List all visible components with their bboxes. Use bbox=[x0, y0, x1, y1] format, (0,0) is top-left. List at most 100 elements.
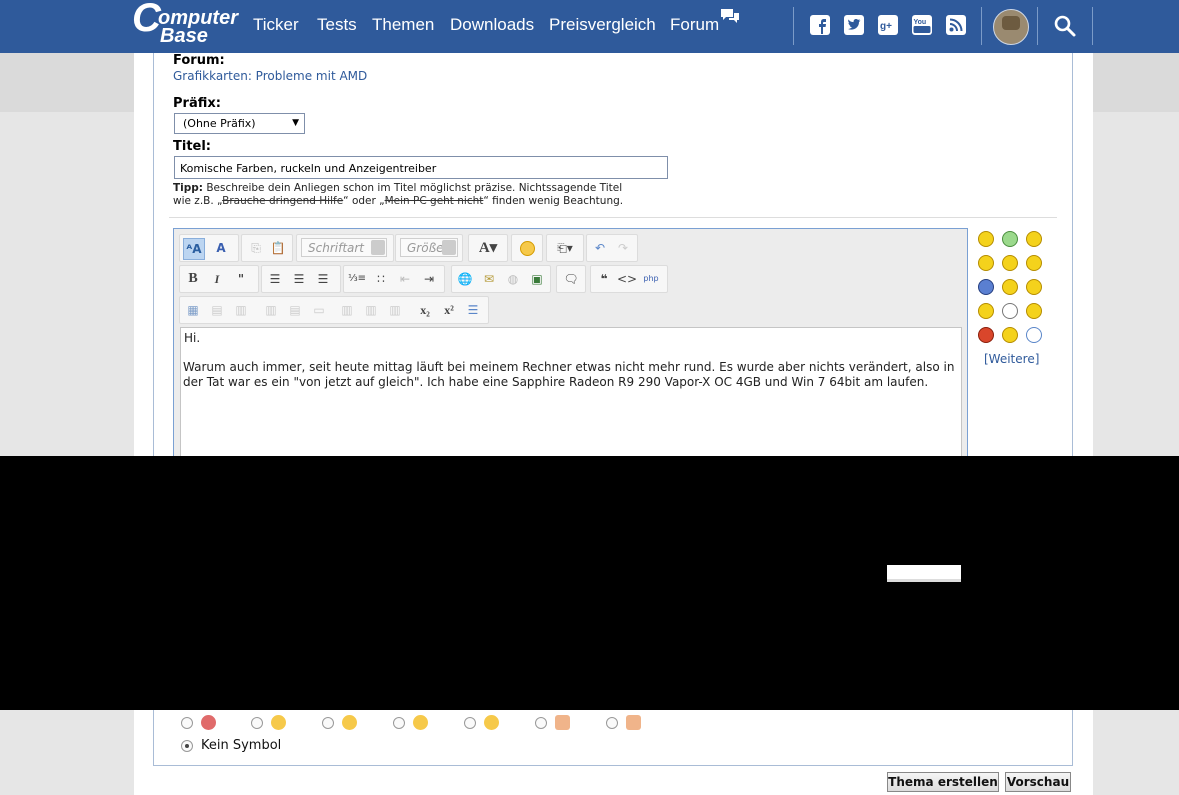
redacted-fragment bbox=[887, 565, 961, 582]
post-icon-radio[interactable] bbox=[464, 717, 476, 729]
toolbar-group: ☰ ☰ ☰ bbox=[261, 265, 341, 293]
unlink-icon[interactable]: ◍ bbox=[503, 269, 523, 289]
php-icon[interactable]: php bbox=[641, 269, 661, 289]
no-icon-label: Kein Symbol bbox=[201, 738, 282, 753]
no-icon-radio[interactable] bbox=[181, 740, 193, 752]
nav-preisvergleich[interactable]: Preisvergleich bbox=[549, 14, 656, 36]
shocked-icon[interactable] bbox=[1002, 327, 1018, 343]
preview-button[interactable]: Vorschau bbox=[1005, 772, 1071, 792]
split-column-icon[interactable]: ▥ bbox=[337, 300, 357, 320]
quote-icon[interactable]: ❝ bbox=[594, 269, 614, 289]
svg-text:You: You bbox=[914, 19, 927, 26]
post-icon-radio[interactable] bbox=[322, 717, 334, 729]
post-icon-radio[interactable] bbox=[393, 717, 405, 729]
ordered-list-icon[interactable]: ⅓≡ bbox=[347, 269, 367, 289]
mad-icon[interactable] bbox=[978, 327, 994, 343]
outdent-icon[interactable]: ⇤ bbox=[395, 269, 415, 289]
post-icon-radio[interactable] bbox=[181, 717, 193, 729]
devil-icon[interactable] bbox=[1026, 303, 1042, 319]
superscript-icon[interactable]: x² bbox=[439, 300, 459, 320]
youtube-icon[interactable]: You bbox=[911, 14, 933, 36]
italic-icon[interactable]: I bbox=[207, 269, 227, 289]
code-icon[interactable]: <> bbox=[617, 269, 637, 289]
chevron-down-icon bbox=[371, 240, 385, 255]
confused-icon[interactable] bbox=[1002, 255, 1018, 271]
nav-forum[interactable]: Forum bbox=[670, 14, 719, 36]
undo-icon[interactable]: ↶ bbox=[590, 238, 610, 258]
twitter-icon[interactable] bbox=[843, 14, 865, 36]
unordered-list-icon[interactable]: ∷ bbox=[371, 269, 391, 289]
quote-marks-icon[interactable]: " bbox=[231, 269, 251, 289]
toggle-bbcode-icon[interactable]: ᴬA bbox=[183, 238, 205, 260]
table-icon[interactable]: ▦ bbox=[183, 300, 203, 320]
link-icon[interactable]: 🌐 bbox=[455, 269, 475, 289]
sunglasses-icon[interactable] bbox=[978, 279, 994, 295]
table-row-icon[interactable]: ▤ bbox=[207, 300, 227, 320]
site-logo[interactable]: C omputer Base bbox=[132, 0, 238, 46]
grin-icon[interactable] bbox=[1002, 231, 1018, 247]
subscript-icon[interactable]: x₂ bbox=[415, 300, 435, 320]
happy-icon[interactable] bbox=[1026, 231, 1042, 247]
nav-ticker[interactable]: Ticker bbox=[253, 14, 299, 36]
user-avatar[interactable] bbox=[993, 9, 1029, 45]
redo-icon[interactable]: ↷ bbox=[613, 238, 633, 258]
bold-icon[interactable]: B bbox=[183, 269, 203, 289]
table-delete-icon[interactable]: ▥ bbox=[231, 300, 251, 320]
nav-themen[interactable]: Themen bbox=[372, 14, 434, 36]
toolbar-group: ⎗▾ bbox=[546, 234, 584, 262]
google-plus-icon[interactable]: g+ bbox=[877, 14, 899, 36]
angry-icon bbox=[201, 715, 216, 730]
toolbar-group: ▦ ▤ ▥ ▥ ▤ ▭ ▥ ▥ ▥ x₂ x² ☰ bbox=[179, 296, 489, 324]
nav-tests[interactable]: Tests bbox=[317, 14, 357, 36]
grin-icon bbox=[342, 715, 357, 730]
split-row-icon[interactable]: ▥ bbox=[361, 300, 381, 320]
image-icon[interactable]: ▣ bbox=[527, 269, 547, 289]
sad-icon[interactable] bbox=[1026, 279, 1042, 295]
logo-c: C bbox=[132, 0, 161, 40]
search-icon[interactable] bbox=[1053, 14, 1077, 38]
title-input[interactable]: Komische Farben, ruckeln und Anzeigentre… bbox=[174, 156, 668, 179]
post-icon-radio[interactable] bbox=[251, 717, 263, 729]
eek-icon[interactable] bbox=[1002, 279, 1018, 295]
smile-icon[interactable] bbox=[978, 231, 994, 247]
comment-icon[interactable]: 🗨 bbox=[561, 269, 581, 289]
facebook-icon[interactable] bbox=[809, 14, 831, 36]
email-icon[interactable]: ✉ bbox=[479, 269, 499, 289]
chevron-down-icon bbox=[442, 240, 456, 255]
attach-icon[interactable]: ⎗▾ bbox=[551, 238, 579, 258]
bad-example: Mein PC geht nicht bbox=[384, 195, 484, 207]
wink-icon[interactable] bbox=[978, 303, 994, 319]
align-right-icon[interactable]: ☰ bbox=[313, 269, 333, 289]
post-icon-radio[interactable] bbox=[535, 717, 547, 729]
remove-format-icon[interactable]: A bbox=[211, 238, 231, 258]
unsure-icon[interactable] bbox=[978, 255, 994, 271]
font-family-select[interactable]: Schriftart bbox=[301, 238, 387, 257]
font-size-select[interactable]: Größe bbox=[400, 238, 458, 257]
post-icon-radio[interactable] bbox=[606, 717, 618, 729]
toolbar-group: Größe bbox=[395, 234, 463, 262]
tip-text: “ oder „ bbox=[343, 195, 385, 207]
create-thread-button[interactable]: Thema erstellen bbox=[887, 772, 999, 792]
surprised-icon[interactable] bbox=[1026, 327, 1042, 343]
rss-icon[interactable] bbox=[945, 14, 967, 36]
cool-icon[interactable] bbox=[1026, 255, 1042, 271]
more-smilies-link[interactable]: [Weitere] bbox=[984, 352, 1039, 366]
smiley-icon[interactable] bbox=[517, 238, 537, 258]
copy-icon[interactable]: ⎘ bbox=[246, 238, 266, 258]
forum-link[interactable]: Grafikkarten: Probleme mit AMD bbox=[173, 69, 367, 84]
text-color-icon[interactable]: A▾ bbox=[473, 238, 503, 258]
merge-cells-icon[interactable]: ▭ bbox=[309, 300, 329, 320]
delete-cells-icon[interactable]: ▥ bbox=[385, 300, 405, 320]
message-editor[interactable]: Hi. Warum auch immer, seit heute mittag … bbox=[180, 327, 962, 469]
paste-icon[interactable]: 📋 bbox=[268, 238, 288, 258]
insert-row-icon[interactable]: ▤ bbox=[285, 300, 305, 320]
horizontal-rule-icon[interactable]: ☰ bbox=[463, 300, 483, 320]
align-left-icon[interactable]: ☰ bbox=[265, 269, 285, 289]
prefix-select[interactable]: (Ohne Präfix) ▼ bbox=[174, 113, 305, 134]
nav-downloads[interactable]: Downloads bbox=[450, 14, 534, 36]
insert-column-icon[interactable]: ▥ bbox=[261, 300, 281, 320]
indent-icon[interactable]: ⇥ bbox=[419, 269, 439, 289]
message-paragraph: Warum auch immer, seit heute mittag läuf… bbox=[183, 360, 955, 389]
align-center-icon[interactable]: ☰ bbox=[289, 269, 309, 289]
rolleyes-icon[interactable] bbox=[1002, 303, 1018, 319]
